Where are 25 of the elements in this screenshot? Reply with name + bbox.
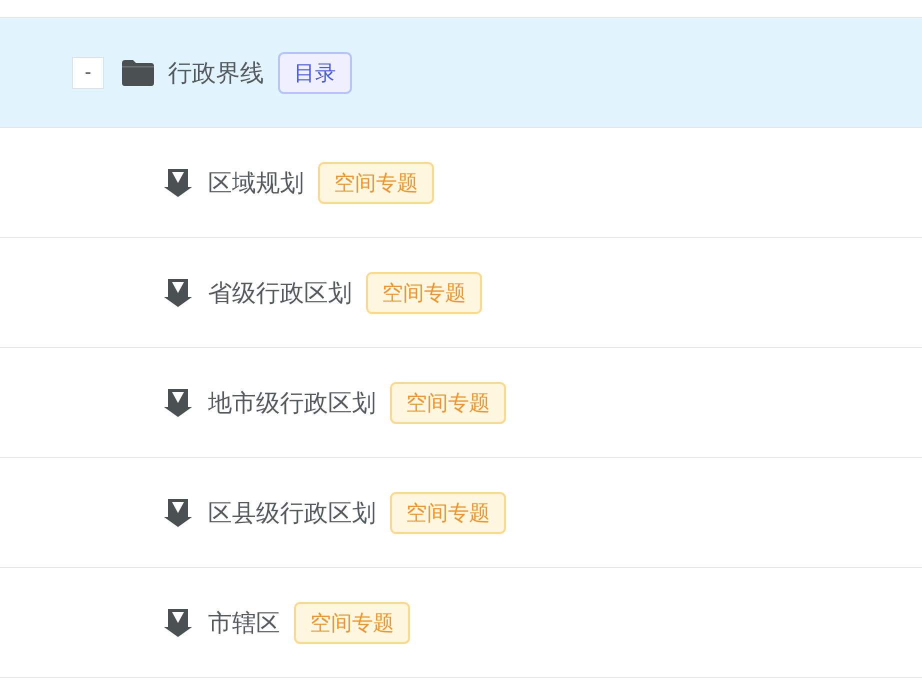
node-label: 行政界线 — [168, 58, 264, 88]
node-label: 省级行政区划 — [208, 278, 352, 308]
node-label: 区县级行政区划 — [208, 498, 376, 528]
download-icon — [162, 276, 194, 308]
tree-row[interactable]: 地市级行政区划 空间专题 — [0, 348, 922, 458]
category-tag: 空间专题 — [294, 602, 410, 644]
category-tag: 空间专题 — [366, 272, 482, 314]
download-icon — [162, 386, 194, 418]
tree-row[interactable]: 区县级行政区划 空间专题 — [0, 458, 922, 568]
category-tag: 空间专题 — [390, 492, 506, 534]
collapse-toggle[interactable]: - — [72, 56, 104, 88]
folder-icon — [122, 60, 154, 86]
node-label: 地市级行政区划 — [208, 388, 376, 418]
category-tag: 空间专题 — [318, 162, 434, 204]
tree-row[interactable]: 市辖区 空间专题 — [0, 568, 922, 678]
tree-row[interactable]: 区域规划 空间专题 — [0, 128, 922, 238]
tree-row[interactable]: - 行政界线 目录 — [0, 18, 922, 128]
download-icon — [162, 166, 194, 198]
node-label: 区域规划 — [208, 168, 304, 198]
download-icon — [162, 496, 194, 528]
category-tag: 空间专题 — [390, 382, 506, 424]
tree-row[interactable]: 省级行政区划 空间专题 — [0, 238, 922, 348]
download-icon — [162, 606, 194, 638]
category-tag: 目录 — [278, 52, 352, 94]
node-label: 市辖区 — [208, 608, 280, 638]
